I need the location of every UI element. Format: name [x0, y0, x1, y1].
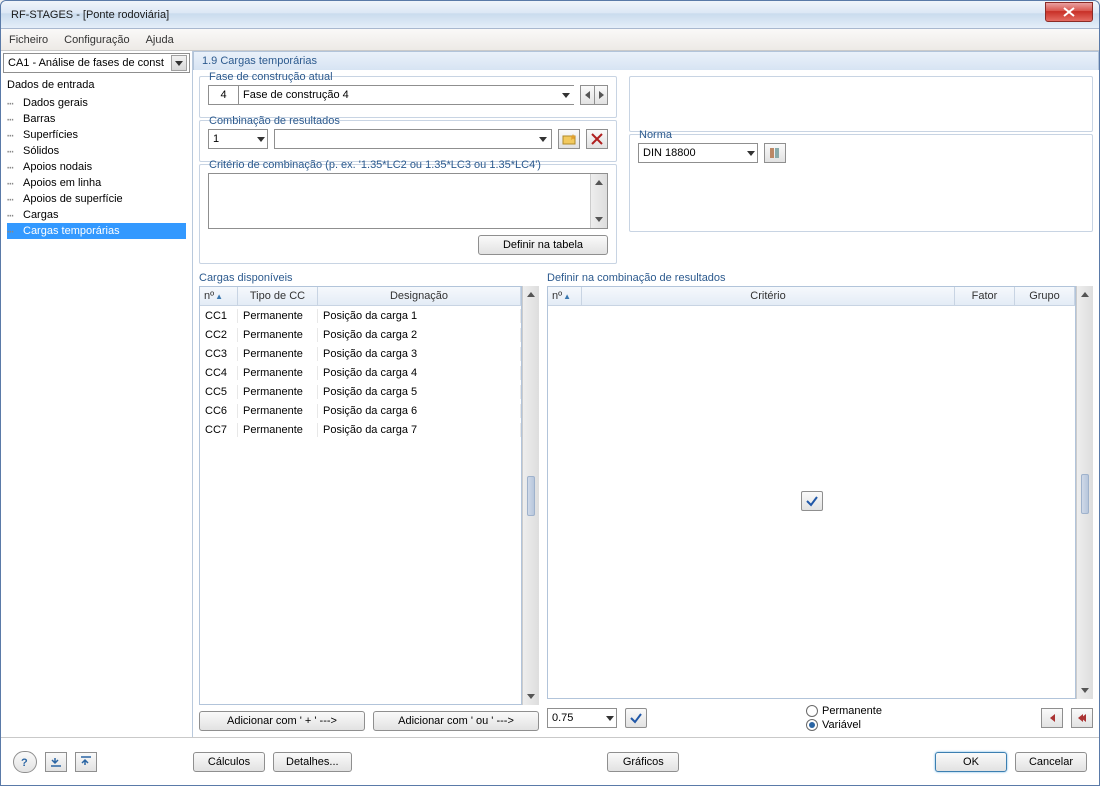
delete-icon [591, 133, 603, 145]
empty-group [629, 76, 1093, 132]
table-row[interactable]: CC1PermanentePosição da carga 1 [200, 306, 521, 325]
sidebar: CA1 - Análise de fases de const Dados de… [1, 51, 193, 737]
graphics-button[interactable]: Gráficos [607, 752, 679, 772]
available-loads-legend: Cargas disponíveis [199, 270, 539, 286]
tree-item[interactable]: ⋯Cargas temporárias [7, 223, 186, 239]
tree-header: Dados de entrada [1, 75, 192, 95]
tree-item-label: Sólidos [21, 145, 61, 157]
table-row[interactable]: CC3PermanentePosição da carga 3 [200, 344, 521, 363]
tree-item-label: Barras [21, 113, 57, 125]
phase-number[interactable]: 4 [208, 85, 238, 105]
folder-star-icon [562, 132, 576, 146]
grid-check-button[interactable] [801, 491, 823, 511]
add-with-or-button[interactable]: Adicionar com ' ou ' ---> [373, 711, 539, 731]
phase-combo[interactable]: Fase de construção 4 [238, 85, 574, 105]
help-icon: ? [18, 755, 32, 769]
scrollbar[interactable] [590, 174, 607, 228]
criteria-textarea[interactable] [208, 173, 608, 229]
analysis-case-value: CA1 - Análise de fases de const [8, 57, 164, 69]
svg-text:?: ? [21, 757, 28, 769]
phase-stepper[interactable] [580, 85, 608, 105]
tree-item[interactable]: ⋯Superfícies [7, 127, 186, 143]
norm-value: DIN 18800 [643, 147, 696, 159]
tree-item[interactable]: ⋯Barras [7, 111, 186, 127]
remove-button[interactable] [1041, 708, 1063, 728]
new-combo-button[interactable] [558, 129, 580, 149]
phase-group: Fase de construção atual 4 Fase de const… [199, 76, 617, 118]
tree-item[interactable]: ⋯Apoios nodais [7, 159, 186, 175]
table-row[interactable]: CC4PermanentePosição da carga 4 [200, 363, 521, 382]
menubar: Ficheiro Configuração Ajuda [1, 29, 1099, 51]
check-icon [629, 711, 643, 725]
analysis-case-combo[interactable]: CA1 - Análise de fases de const [3, 53, 190, 73]
footer: ? Cálculos Detalhes... Gráficos OK Cance… [1, 737, 1099, 785]
nav-prev-icon [49, 755, 63, 769]
radio-permanente[interactable]: Permanente [806, 705, 882, 717]
table-row[interactable]: CC7PermanentePosição da carga 7 [200, 420, 521, 439]
combo-result-name[interactable] [274, 129, 552, 149]
norm-group: Norma DIN 18800 [629, 134, 1093, 232]
window-title: RF-STAGES - [Ponte rodoviária] [11, 9, 1045, 21]
menu-file[interactable]: Ficheiro [9, 34, 48, 46]
define-in-table-button[interactable]: Definir na tabela [478, 235, 608, 255]
combo-result-number[interactable]: 1 [208, 129, 268, 149]
table-row[interactable]: CC5PermanentePosição da carga 5 [200, 382, 521, 401]
norm-combo[interactable]: DIN 18800 [638, 143, 758, 163]
remove-all-button[interactable] [1071, 708, 1093, 728]
available-loads-grid[interactable]: nº▲ Tipo de CC Designação CC1PermanenteP… [199, 286, 522, 705]
calc-button[interactable]: Cálculos [193, 752, 265, 772]
apply-factor-button[interactable] [625, 708, 647, 728]
chevron-down-icon [171, 55, 187, 71]
tree-item[interactable]: ⋯Apoios de superfície [7, 191, 186, 207]
tree-item[interactable]: ⋯Apoios em linha [7, 175, 186, 191]
page-title: 1.9 Cargas temporárias [193, 51, 1099, 70]
cancel-button[interactable]: Cancelar [1015, 752, 1087, 772]
tree-item-label: Dados gerais [21, 97, 90, 109]
nav-tree: ⋯Dados gerais⋯Barras⋯Superfícies⋯Sólidos… [1, 95, 192, 245]
table-row[interactable]: CC6PermanentePosição da carga 6 [200, 401, 521, 420]
norm-library-button[interactable] [764, 143, 786, 163]
factor-value: 0.75 [552, 712, 573, 724]
tree-item-label: Cargas [21, 209, 60, 221]
phase-label: Fase de construção 4 [243, 89, 349, 101]
phase-prev-button[interactable] [580, 85, 594, 105]
titlebar: RF-STAGES - [Ponte rodoviária] [1, 1, 1099, 29]
delete-combo-button[interactable] [586, 129, 608, 149]
criteria-group: Critério de combinação (p. ex. '1.35*LC2… [199, 164, 617, 264]
tree-item-label: Cargas temporárias [21, 225, 122, 237]
tree-item[interactable]: ⋯Cargas [7, 207, 186, 223]
tree-item-label: Apoios de superfície [21, 193, 125, 205]
menu-config[interactable]: Configuração [64, 34, 129, 46]
table-row[interactable]: CC2PermanentePosição da carga 2 [200, 325, 521, 344]
menu-help[interactable]: Ajuda [146, 34, 174, 46]
define-combo-grid[interactable]: nº▲ Critério Fator Grupo [547, 286, 1076, 699]
tree-item[interactable]: ⋯Dados gerais [7, 95, 186, 111]
close-button[interactable] [1045, 2, 1093, 22]
check-icon [805, 494, 819, 508]
radio-variavel[interactable]: Variável [806, 719, 882, 731]
ok-button[interactable]: OK [935, 752, 1007, 772]
tree-item-label: Apoios nodais [21, 161, 94, 173]
tree-item-label: Superfícies [21, 129, 80, 141]
help-button[interactable]: ? [13, 751, 37, 773]
nav-prev-button[interactable] [45, 752, 67, 772]
tree-item-label: Apoios em linha [21, 177, 103, 189]
add-with-plus-button[interactable]: Adicionar com ' + ' ---> [199, 711, 365, 731]
nav-next-button[interactable] [75, 752, 97, 772]
details-button[interactable]: Detalhes... [273, 752, 352, 772]
nav-next-icon [79, 755, 93, 769]
factor-combo[interactable]: 0.75 [547, 708, 617, 728]
define-scrollbar[interactable] [1076, 286, 1093, 699]
book-icon [768, 146, 782, 160]
available-scrollbar[interactable] [522, 286, 539, 705]
phase-next-button[interactable] [594, 85, 608, 105]
tree-item[interactable]: ⋯Sólidos [7, 143, 186, 159]
combo-results-group: Combinação de resultados 1 [199, 120, 617, 162]
define-combo-legend: Definir na combinação de resultados [547, 270, 1093, 286]
